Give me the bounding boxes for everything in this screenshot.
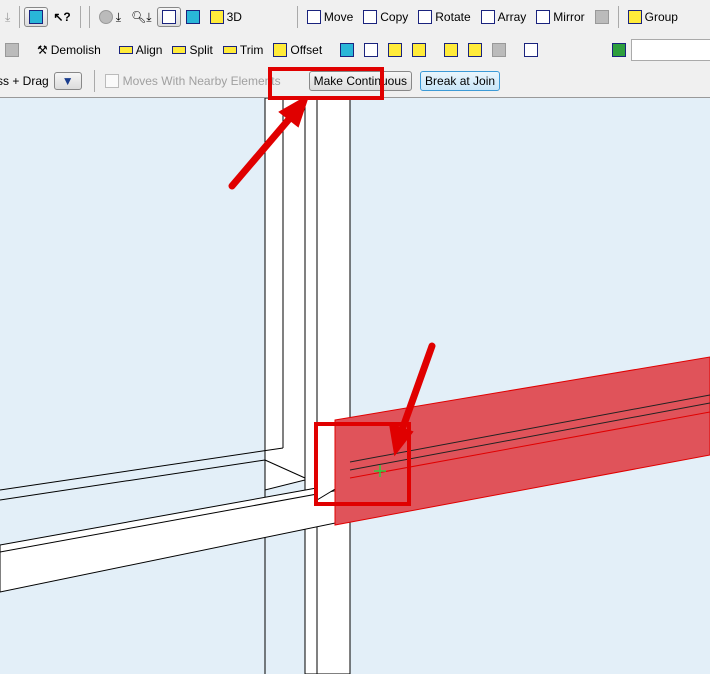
highlight-make-continuous: [268, 67, 384, 100]
mirror-button[interactable]: Mirror: [531, 10, 589, 24]
cube-icon[interactable]: [181, 10, 205, 24]
offset-button[interactable]: Offset: [268, 42, 327, 57]
drawing-canvas[interactable]: [0, 98, 710, 674]
visibility-graphics-icon[interactable]: [156, 7, 181, 27]
join-icon[interactable]: [335, 42, 359, 57]
download-icon[interactable]: ⤓: [0, 10, 15, 25]
paint-icon[interactable]: [487, 42, 511, 57]
dimension-icon[interactable]: [519, 42, 543, 57]
group-button[interactable]: Group: [623, 10, 683, 24]
unjoin-icon[interactable]: [359, 42, 383, 57]
trim-button[interactable]: Trim: [218, 43, 269, 57]
search-input[interactable]: [631, 38, 710, 61]
cut-icon[interactable]: [383, 42, 407, 57]
help-cursor-icon[interactable]: ↖?: [48, 10, 75, 24]
render-icon[interactable]: [607, 42, 631, 57]
thin-lines-icon[interactable]: [24, 7, 49, 27]
toolbar-row-1: ⤓ ↖? ⤓ 🔍︎⤓ 3D Move Copy Rotate Array Mir…: [0, 0, 710, 35]
view-cube-icon[interactable]: ⤓: [94, 10, 126, 25]
corner-icon[interactable]: [439, 42, 463, 57]
scale-icon[interactable]: [590, 10, 614, 24]
pin-icon[interactable]: [0, 42, 24, 57]
toolbar-row-2: ⚒ Demolish Align Split Trim Offset: [0, 34, 710, 66]
demolish-button[interactable]: ⚒ Demolish: [32, 43, 106, 57]
split-button[interactable]: Split: [167, 43, 217, 57]
array-button[interactable]: Array: [476, 10, 532, 24]
curtain-wall: [0, 98, 351, 674]
press-drag-label: ss + Drag: [0, 74, 49, 88]
3d-view-button[interactable]: 3D: [205, 10, 247, 24]
zoom-icon[interactable]: 🔍︎⤓: [126, 10, 157, 25]
copy-button[interactable]: Copy: [358, 10, 413, 24]
move-button[interactable]: Move: [302, 10, 358, 24]
split-face-icon[interactable]: [463, 42, 487, 57]
align-button[interactable]: Align: [114, 43, 168, 57]
break-at-join-button[interactable]: Break at Join: [420, 71, 501, 91]
uncut-icon[interactable]: [407, 42, 431, 57]
rotate-button[interactable]: Rotate: [413, 10, 475, 24]
selected-beam[interactable]: [334, 356, 710, 526]
moves-with-nearby-checkbox[interactable]: Moves With Nearby Elements: [104, 74, 281, 88]
filter-button[interactable]: ▼: [53, 72, 82, 90]
